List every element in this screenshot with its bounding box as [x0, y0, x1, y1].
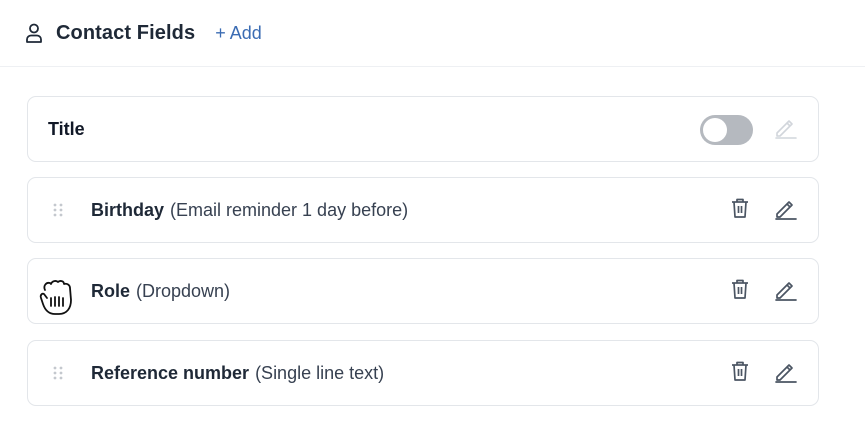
title-toggle[interactable] [700, 115, 753, 145]
edit-button [771, 115, 799, 143]
person-icon [24, 22, 44, 44]
trash-icon [729, 277, 751, 306]
toggle-knob [703, 118, 727, 142]
field-name: Title [48, 118, 85, 139]
pencil-icon [773, 359, 797, 388]
edit-button[interactable] [771, 196, 799, 224]
field-description: (Email reminder 1 day before) [170, 199, 409, 220]
section-header: Contact Fields + Add [0, 0, 865, 67]
field-name: Reference number [91, 362, 250, 383]
pencil-icon [773, 115, 797, 144]
delete-button[interactable] [726, 196, 754, 224]
pencil-icon [773, 196, 797, 225]
field-row-role: Role (Dropdown) [27, 258, 819, 324]
edit-button[interactable] [771, 359, 799, 387]
pencil-icon [773, 277, 797, 306]
edit-button[interactable] [771, 277, 799, 305]
trash-icon [729, 196, 751, 225]
trash-icon [729, 359, 751, 388]
add-field-link[interactable]: + Add [215, 23, 262, 44]
drag-handle-icon[interactable] [52, 365, 64, 381]
field-name: Role [91, 280, 131, 301]
page-title: Contact Fields [56, 21, 196, 44]
field-row-reference-number: Reference number (Single line text) [27, 340, 819, 406]
field-name: Birthday [91, 199, 165, 220]
field-description: (Single line text) [255, 362, 385, 383]
delete-button[interactable] [726, 359, 754, 387]
field-row-birthday: Birthday (Email reminder 1 day before) [27, 177, 819, 243]
field-description: (Dropdown) [136, 280, 231, 301]
drag-handle-icon[interactable] [52, 283, 64, 299]
drag-handle-icon[interactable] [52, 202, 64, 218]
field-row-title: Title [27, 96, 819, 162]
delete-button[interactable] [726, 277, 754, 305]
